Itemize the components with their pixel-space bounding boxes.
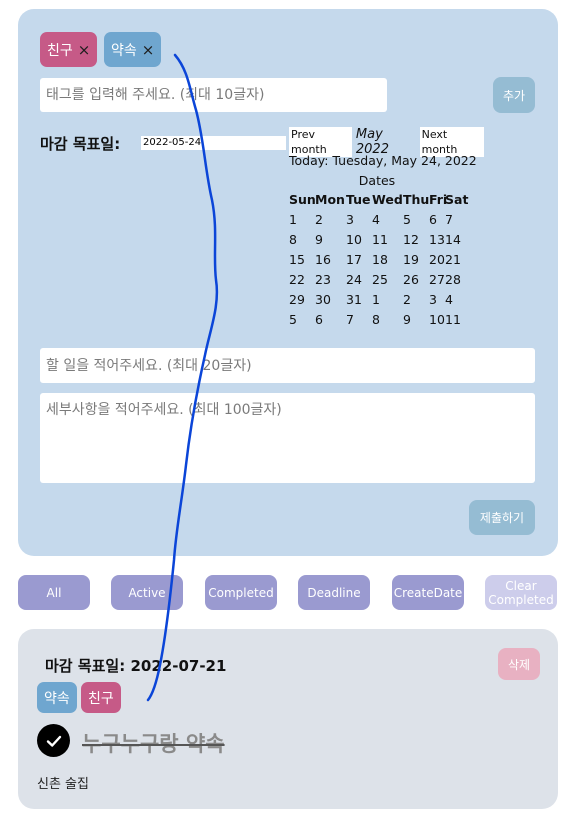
clear-completed-button[interactable]: Clear Completed <box>485 575 557 610</box>
calendar-day-cell[interactable]: 3 <box>429 290 445 310</box>
remove-tag-icon[interactable]: × <box>78 41 91 59</box>
calendar-day-cell[interactable]: 5 <box>403 210 429 230</box>
delete-todo-button[interactable]: 삭제 <box>498 648 540 680</box>
calendar-day-cell[interactable]: 6 <box>429 210 445 230</box>
calendar-weekday-header: Thu <box>403 192 430 207</box>
add-tag-button[interactable]: 추가 <box>493 77 535 113</box>
tag-label: 친구 <box>47 42 73 59</box>
calendar-day-cell[interactable]: 30 <box>315 290 346 310</box>
calendar-today-label: Today: Tuesday, May 24, 2022 <box>289 153 477 168</box>
todo-detail-textarea[interactable] <box>40 393 535 483</box>
calendar-grid: Sun Mon Tue Wed Thu Fri Sat 1 2 3 4 5 6 7 8 9 10 11 12 13 14… <box>289 190 484 330</box>
calendar-day-cell[interactable]: 1 <box>289 210 315 230</box>
submit-button[interactable]: 제출하기 <box>469 500 535 535</box>
calendar-day-cell[interactable]: 28 <box>445 270 461 290</box>
form-tag-chip: 약속 × <box>104 32 162 67</box>
todo-deadline: 마감 목표일: 2022-07-21 <box>45 655 226 676</box>
calendar-day-cell[interactable]: 3 <box>346 210 372 230</box>
calendar-day-cell[interactable]: 11 <box>372 230 403 250</box>
calendar-weekday-header: Tue <box>346 192 371 207</box>
calendar-day-cell[interactable]: 25 <box>372 270 403 290</box>
calendar-dates-caption: Dates <box>358 173 396 188</box>
checkmark-icon <box>46 735 61 747</box>
calendar-weekday-header: Sat <box>445 192 469 207</box>
calendar-day-cell[interactable]: 11 <box>445 310 461 330</box>
complete-toggle-button[interactable] <box>37 724 70 757</box>
calendar-day-cell[interactable]: 21 <box>445 250 461 270</box>
calendar-day-cell[interactable]: 29 <box>289 290 315 310</box>
calendar-day-cell[interactable]: 24 <box>346 270 372 290</box>
calendar-day-cell[interactable]: 1 <box>372 290 403 310</box>
calendar-day-cell[interactable]: 18 <box>372 250 403 270</box>
calendar-day-cell[interactable]: 5 <box>289 310 315 330</box>
todo-title: 누구누구랑 약속 <box>82 732 225 756</box>
calendar-weekday-header: Mon <box>315 192 345 207</box>
calendar-weekday-header: Fri <box>429 192 448 207</box>
calendar-day-cell[interactable]: 9 <box>315 230 346 250</box>
calendar-day-cell[interactable]: 7 <box>445 210 461 230</box>
todo-detail: 신촌 술집 <box>37 777 89 792</box>
calendar-weekday-header: Wed <box>372 192 403 207</box>
tag-label: 약속 <box>111 42 137 59</box>
filter-completed-button[interactable]: Completed <box>205 575 277 610</box>
calendar-day-cell[interactable]: 16 <box>315 250 346 270</box>
filter-all-button[interactable]: All <box>18 575 90 610</box>
remove-tag-icon[interactable]: × <box>142 41 155 59</box>
form-tag-chip: 친구 × <box>40 32 98 67</box>
deadline-date-input[interactable]: 2022-05-24 <box>141 136 286 150</box>
calendar-day-cell[interactable]: 4 <box>372 210 403 230</box>
calendar-day-cell[interactable]: 4 <box>445 290 461 310</box>
tag-label: 약속 <box>44 690 70 707</box>
filter-active-button[interactable]: Active <box>111 575 183 610</box>
calendar-day-cell[interactable]: 22 <box>289 270 315 290</box>
calendar-day-cell[interactable]: 9 <box>403 310 429 330</box>
calendar-day-cell[interactable]: 10 <box>346 230 372 250</box>
deadline-label: 마감 목표일: <box>40 135 121 153</box>
calendar-day-cell[interactable]: 19 <box>403 250 429 270</box>
calendar-day-cell[interactable]: 20 <box>429 250 445 270</box>
calendar-day-cell[interactable]: 2 <box>403 290 429 310</box>
calendar-day-cell[interactable]: 8 <box>289 230 315 250</box>
todo-deadline-label: 마감 목표일: <box>45 657 126 675</box>
calendar-day-cell[interactable]: 23 <box>315 270 346 290</box>
calendar-day-cell[interactable]: 14 <box>445 230 461 250</box>
calendar-day-cell[interactable]: 31 <box>346 290 372 310</box>
sort-createdate-button[interactable]: CreateDate <box>392 575 464 610</box>
calendar-day-cell[interactable]: 15 <box>289 250 315 270</box>
tag-input[interactable] <box>40 78 387 112</box>
calendar-day-cell[interactable]: 27 <box>429 270 445 290</box>
calendar-day-cell[interactable]: 17 <box>346 250 372 270</box>
calendar-weekday-header: Sun <box>289 192 316 207</box>
todo-deadline-value: 2022-07-21 <box>130 657 227 675</box>
calendar-day-cell[interactable]: 10 <box>429 310 445 330</box>
date-picker-calendar: Prev month May 2022 Next month Today: Tu… <box>289 126 485 330</box>
calendar-day-cell[interactable]: 2 <box>315 210 346 230</box>
calendar-day-cell[interactable]: 6 <box>315 310 346 330</box>
todo-tag-chip: 약속 <box>37 682 77 713</box>
todo-title-input[interactable] <box>40 348 535 383</box>
calendar-day-cell[interactable]: 7 <box>346 310 372 330</box>
sort-deadline-button[interactable]: Deadline <box>298 575 370 610</box>
calendar-day-cell[interactable]: 8 <box>372 310 403 330</box>
calendar-day-cell[interactable]: 13 <box>429 230 445 250</box>
tag-label: 친구 <box>88 690 114 707</box>
todo-tag-chip: 친구 <box>81 682 121 713</box>
calendar-day-cell[interactable]: 12 <box>403 230 429 250</box>
calendar-day-cell[interactable]: 26 <box>403 270 429 290</box>
